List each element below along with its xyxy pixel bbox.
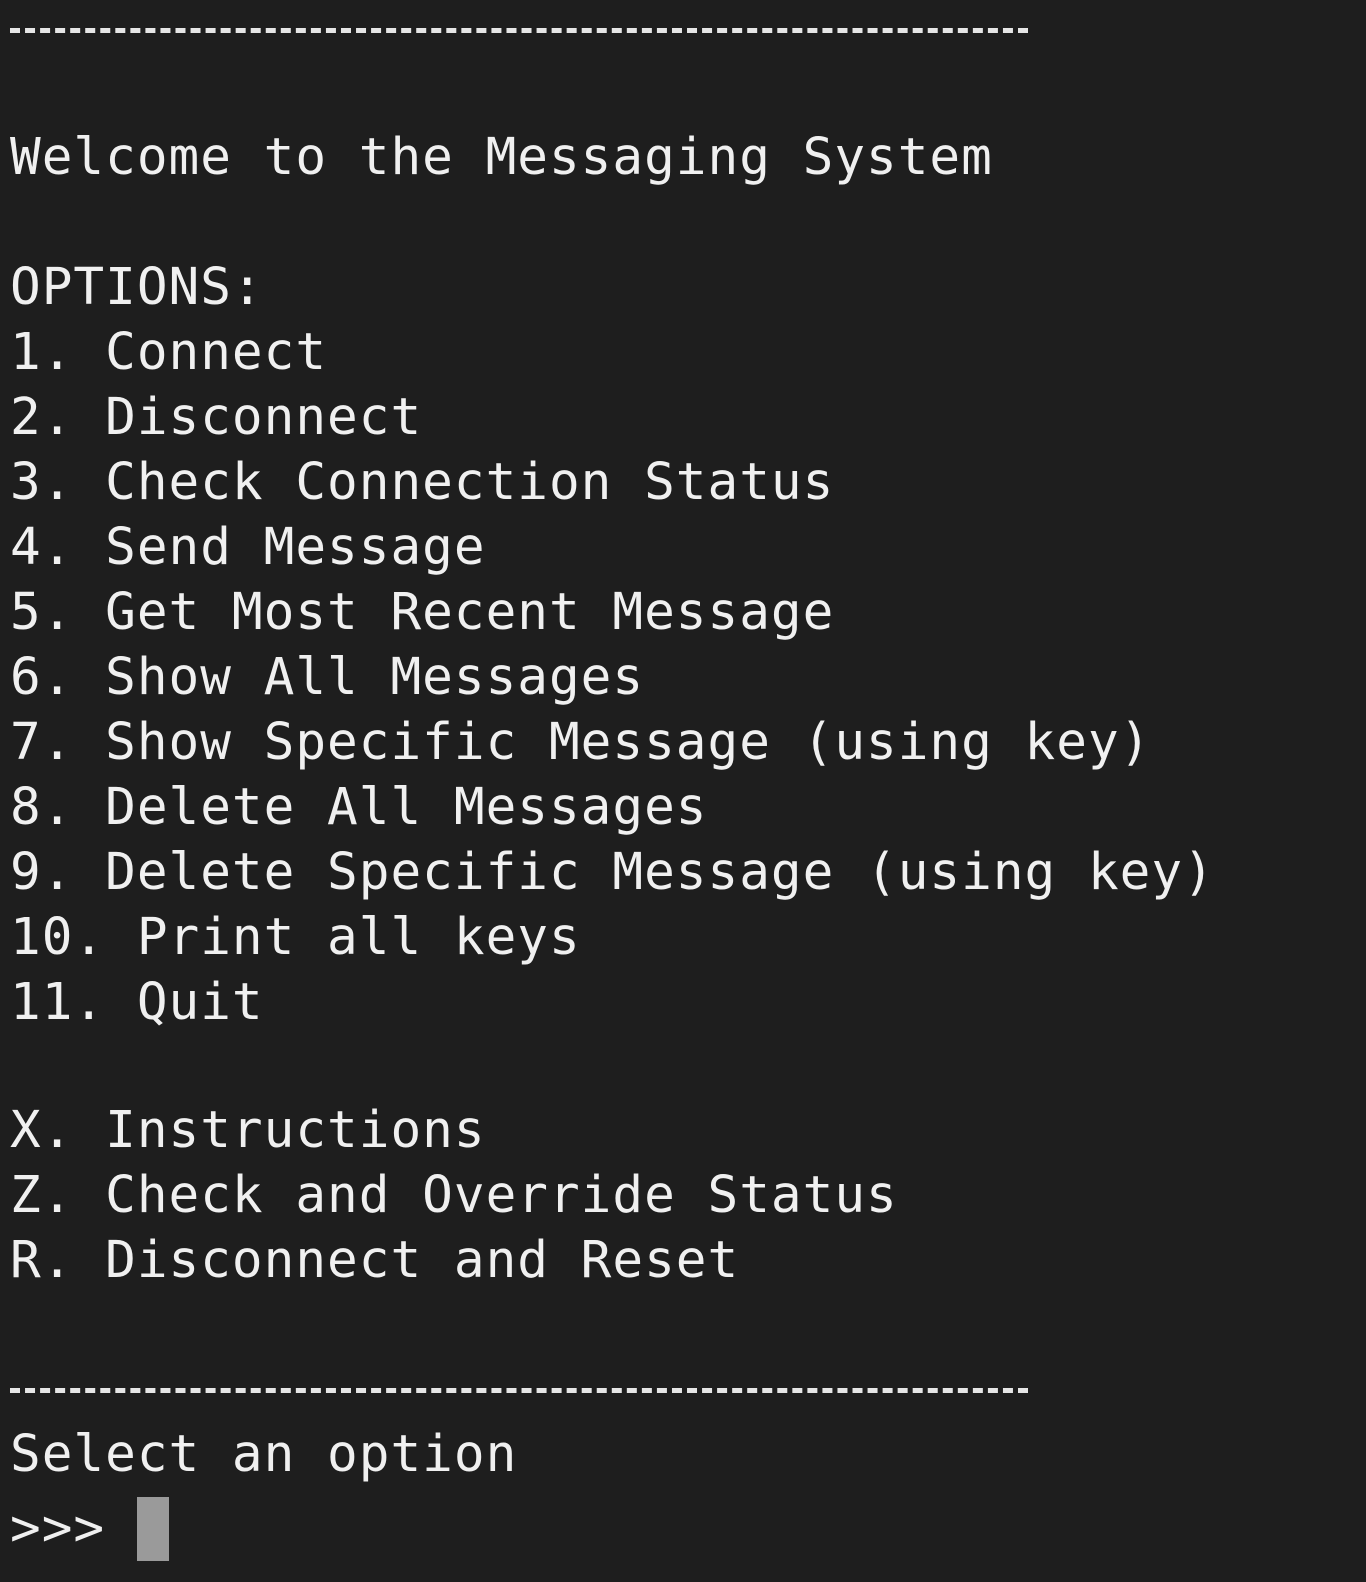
option-4: 4. Send Message: [10, 518, 486, 577]
top-divider: [10, 28, 1028, 33]
bottom-divider: [10, 1388, 1028, 1393]
option-6: 6. Show All Messages: [10, 648, 645, 707]
option-1: 1. Connect: [10, 323, 328, 382]
option-7: 7. Show Specific Message (using key): [10, 713, 1152, 772]
option-3: 3. Check Connection Status: [10, 453, 835, 512]
select-prompt: Select an option: [10, 1425, 518, 1484]
option-2: 2. Disconnect: [10, 388, 423, 447]
option-8: 8. Delete All Messages: [10, 778, 708, 837]
input-prompt-symbol: >>>: [10, 1499, 106, 1558]
option-10: 10. Print all keys: [10, 908, 581, 967]
option-11: 11. Quit: [10, 973, 264, 1032]
option-z: Z. Check and Override Status: [10, 1166, 898, 1225]
option-9: 9. Delete Specific Message (using key): [10, 843, 1215, 902]
option-x: X. Instructions: [10, 1101, 486, 1160]
input-line[interactable]: >>>: [10, 1494, 170, 1564]
option-r: R. Disconnect and Reset: [10, 1231, 740, 1290]
terminal-window[interactable]: Welcome to the Messaging System OPTIONS:…: [0, 0, 1366, 1582]
text-cursor[interactable]: [137, 1497, 170, 1561]
options-header: OPTIONS:: [10, 258, 264, 317]
option-5: 5. Get Most Recent Message: [10, 583, 835, 642]
welcome-heading: Welcome to the Messaging System: [10, 128, 993, 187]
